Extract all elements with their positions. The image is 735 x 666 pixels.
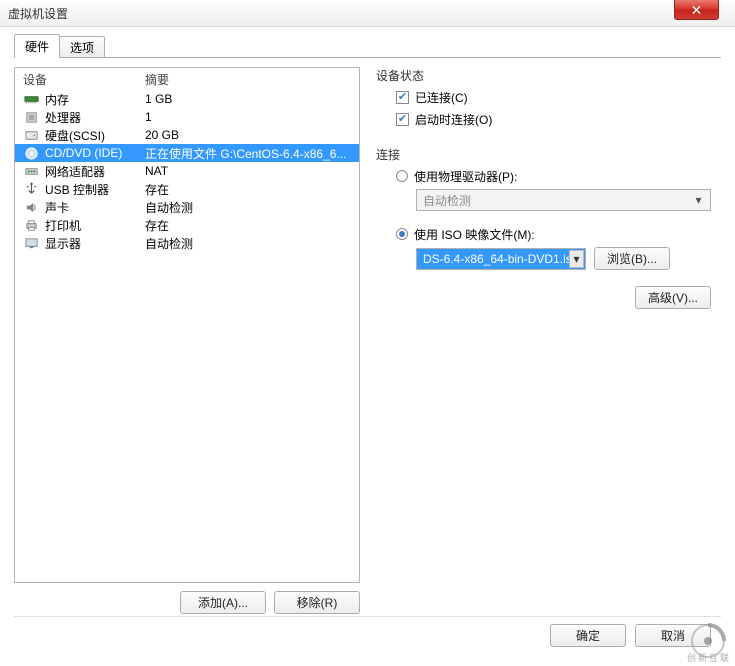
connected-label: 已连接(C) [415,89,468,106]
hw-row-summary: 自动检测 [145,235,359,252]
cpu-icon [23,109,39,125]
connect-at-poweron-label: 启动时连接(O) [415,111,492,128]
hw-row-printer[interactable]: 打印机 存在 [15,216,359,234]
chevron-down-icon: ▾ [691,193,706,207]
hw-row-label: CD/DVD (IDE) [45,146,145,160]
hw-row-summary: 1 [145,110,359,124]
remove-hardware-label: 移除(R) [297,594,338,611]
hw-row-label: 硬盘(SCSI) [45,127,145,144]
hw-row-net[interactable]: 网络适配器 NAT [15,162,359,180]
use-physical-radio[interactable] [396,170,408,182]
usb-icon [23,181,39,197]
close-icon: ✕ [691,3,703,17]
hw-row-label: 处理器 [45,109,145,126]
window-title: 虚拟机设置 [8,5,68,22]
hw-row-summary: 自动检测 [145,199,359,216]
browse-button[interactable]: 浏览(B)... [594,247,670,270]
hw-row-memory[interactable]: 内存 1 GB [15,90,359,108]
hw-row-label: USB 控制器 [45,181,145,198]
hw-row-label: 打印机 [45,217,145,234]
printer-icon [23,217,39,233]
advanced-button[interactable]: 高级(V)... [635,286,711,309]
hw-row-summary: 存在 [145,181,359,198]
remove-hardware-button[interactable]: 移除(R) [274,591,360,614]
hw-row-summary: 存在 [145,217,359,234]
memory-icon [23,91,39,107]
hw-row-summary: 20 GB [145,128,359,142]
col-device: 设备 [23,71,145,88]
hw-row-summary: NAT [145,164,359,178]
hw-row-usb[interactable]: USB 控制器 存在 [15,180,359,198]
tabstrip: 硬件 选项 [14,36,721,58]
tab-hardware[interactable]: 硬件 [14,34,60,58]
hw-row-cddvd[interactable]: CD/DVD (IDE) 正在使用文件 G:\CentOS-6.4-x86_6.… [15,144,359,162]
add-hardware-button[interactable]: 添加(A)... [180,591,266,614]
tab-hardware-label: 硬件 [25,40,49,54]
hw-row-cpu[interactable]: 处理器 1 [15,108,359,126]
tab-options[interactable]: 选项 [59,36,105,58]
cancel-label: 取消 [661,627,685,644]
advanced-label: 高级(V)... [648,289,698,306]
hw-row-label: 网络适配器 [45,163,145,180]
hw-row-sound[interactable]: 声卡 自动检测 [15,198,359,216]
connection-title: 连接 [376,146,711,163]
use-iso-radio[interactable] [396,228,408,240]
physical-drive-value: 自动检测 [423,192,471,209]
hw-row-summary: 1 GB [145,92,359,106]
ok-button[interactable]: 确定 [550,624,626,647]
cd-icon [23,145,39,161]
hardware-list[interactable]: 设备 摘要 内存 1 GB 处理器 1 硬盘(SCSI) 20 GB [14,67,360,583]
chevron-down-icon[interactable]: ▾ [569,250,584,268]
connected-checkbox[interactable]: ✔ [396,91,409,104]
ok-label: 确定 [576,627,600,644]
hw-row-summary: 正在使用文件 G:\CentOS-6.4-x86_6... [145,145,359,162]
connect-at-poweron-checkbox[interactable]: ✔ [396,113,409,126]
window-close-button[interactable]: ✕ [674,0,719,20]
hw-row-label: 声卡 [45,199,145,216]
tab-options-label: 选项 [70,41,94,55]
network-icon [23,163,39,179]
cancel-button[interactable]: 取消 [635,624,711,647]
hw-row-hdd[interactable]: 硬盘(SCSI) 20 GB [15,126,359,144]
sound-icon [23,199,39,215]
iso-path-combo[interactable]: DS-6.4-x86_64-bin-DVD1.iso ▾ [416,248,586,270]
col-summary: 摘要 [145,71,169,88]
use-physical-label: 使用物理驱动器(P): [414,168,517,185]
hardware-list-header: 设备 摘要 [15,68,359,90]
physical-drive-combo: 自动检测 ▾ [416,189,711,211]
display-icon [23,235,39,251]
hdd-icon [23,127,39,143]
browse-label: 浏览(B)... [607,250,657,267]
hw-row-display[interactable]: 显示器 自动检测 [15,234,359,252]
iso-path-value: DS-6.4-x86_64-bin-DVD1.iso [423,252,578,266]
hw-row-label: 显示器 [45,235,145,252]
hw-row-label: 内存 [45,91,145,108]
device-status-title: 设备状态 [376,67,711,84]
add-hardware-label: 添加(A)... [198,594,248,611]
use-iso-label: 使用 ISO 映像文件(M): [414,226,535,243]
